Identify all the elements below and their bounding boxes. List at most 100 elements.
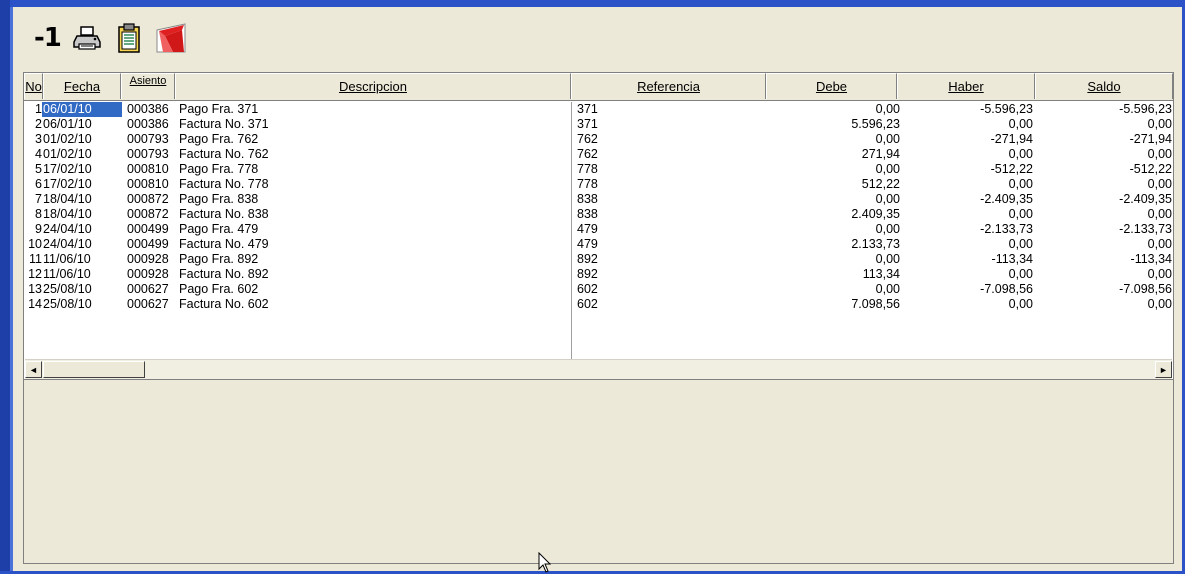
cell-fecha-selected[interactable]: 06/01/10 <box>42 102 122 117</box>
cell-debe: 0,00 <box>875 192 900 206</box>
arrow-right-icon: ► <box>1159 364 1168 375</box>
cell-fecha: 18/04/10 <box>43 207 92 221</box>
cell-asiento: 000793 <box>127 147 169 161</box>
cell-debe: 2.409,35 <box>851 207 900 221</box>
cell-no: 6 <box>35 177 42 191</box>
table-row[interactable]: 8 18/04/10 000872 Factura No. 838 838 2.409,3… <box>24 207 1173 222</box>
table-row[interactable]: 6 17/02/10 000810 Factura No. 778 778 512,22 0… <box>24 177 1173 192</box>
cell-haber: 0,00 <box>1008 207 1033 221</box>
column-header-asiento[interactable]: Asiento <box>121 73 175 99</box>
horizontal-scrollbar[interactable]: ◄ ► <box>25 359 1172 379</box>
cell-debe: 113,34 <box>862 267 900 281</box>
ledger-grid[interactable]: No Fecha Asiento Descripcion Referencia … <box>23 72 1174 380</box>
column-header-fecha[interactable]: Fecha <box>43 73 121 99</box>
table-row[interactable]: 11 11/06/10 000928 Pago Fra. 892 892 0,00 -113… <box>24 252 1173 267</box>
cell-debe: 7.098,56 <box>851 297 900 311</box>
cell-saldo: -271,94 <box>1129 132 1172 146</box>
cell-no: 14 <box>28 297 42 311</box>
cell-haber: -271,94 <box>990 132 1033 146</box>
column-header-no[interactable]: No <box>24 73 43 99</box>
cell-saldo: 0,00 <box>1147 237 1172 251</box>
cell-fecha: 25/08/10 <box>43 297 92 311</box>
cell-descripcion: Factura No. 778 <box>179 177 269 191</box>
cell-no: 13 <box>28 282 42 296</box>
cell-asiento: 000627 <box>127 282 169 296</box>
table-row[interactable]: 3 01/02/10 000793 Pago Fra. 762 762 0,00 -271,… <box>24 132 1173 147</box>
mouse-pointer-icon <box>538 552 552 573</box>
table-row[interactable]: 14 25/08/10 000627 Factura No. 602 602 7.098,… <box>24 297 1173 312</box>
cell-fecha: 01/02/10 <box>43 132 92 146</box>
cell-haber: -5.596,23 <box>980 102 1033 116</box>
cell-no: 4 <box>35 147 42 161</box>
minus-one-button[interactable]: -1 <box>34 23 62 53</box>
scroll-right-button[interactable]: ► <box>1155 361 1172 378</box>
cell-saldo: 0,00 <box>1147 267 1172 281</box>
table-row[interactable]: 2 06/01/10 000386 Factura No. 371 371 5.596,2… <box>24 117 1173 132</box>
print-button[interactable] <box>71 22 103 54</box>
cell-asiento: 000386 <box>127 102 169 116</box>
table-row[interactable]: 5 17/02/10 000810 Pago Fra. 778 778 0,00 -512,… <box>24 162 1173 177</box>
cell-asiento: 000928 <box>127 252 169 266</box>
window-frame-left <box>0 0 10 574</box>
cell-haber: 0,00 <box>1008 267 1033 281</box>
cell-descripcion: Factura No. 892 <box>179 267 269 281</box>
cell-debe: 0,00 <box>875 102 900 116</box>
grid-rows: 1 06/01/10 000386 Pago Fra. 371 371 0,00 -5.59… <box>24 102 1173 312</box>
cell-descripcion: Pago Fra. 371 <box>179 102 259 116</box>
window-frame-left-inner <box>10 7 13 574</box>
cell-no: 11 <box>29 252 42 266</box>
table-row[interactable]: 4 01/02/10 000793 Factura No. 762 762 271,94 0… <box>24 147 1173 162</box>
column-header-haber[interactable]: Haber <box>897 73 1035 99</box>
cell-debe: 0,00 <box>875 132 900 146</box>
table-row[interactable]: 1 06/01/10 000386 Pago Fra. 371 371 0,00 -5.59… <box>24 102 1173 117</box>
cell-saldo: 0,00 <box>1147 297 1172 311</box>
cell-descripcion: Factura No. 479 <box>179 237 269 251</box>
cell-fecha: 18/04/10 <box>43 192 92 206</box>
table-row[interactable]: 13 25/08/10 000627 Pago Fra. 602 602 0,00 -7.0… <box>24 282 1173 297</box>
cell-descripcion: Pago Fra. 762 <box>179 132 259 146</box>
column-header-referencia[interactable]: Referencia <box>571 73 766 99</box>
cell-saldo: 0,00 <box>1147 147 1172 161</box>
cell-asiento: 000386 <box>127 117 169 131</box>
cell-descripcion: Pago Fra. 602 <box>179 282 259 296</box>
clipboard-button[interactable] <box>113 22 145 54</box>
cell-descripcion: Pago Fra. 892 <box>179 252 259 266</box>
cell-saldo: -7.098,56 <box>1119 282 1172 296</box>
cell-asiento: 000810 <box>127 162 169 176</box>
cell-saldo: 0,00 <box>1147 117 1172 131</box>
cell-no: 9 <box>35 222 42 236</box>
empty-panel <box>23 380 1174 564</box>
table-row[interactable]: 9 24/04/10 000499 Pago Fra. 479 479 0,00 -2.13… <box>24 222 1173 237</box>
cell-debe: 2.133,73 <box>851 237 900 251</box>
cell-asiento: 000627 <box>127 297 169 311</box>
cell-debe: 271,94 <box>861 147 900 161</box>
cell-asiento: 000872 <box>127 192 169 206</box>
cell-descripcion: Factura No. 838 <box>179 207 269 221</box>
column-header-saldo[interactable]: Saldo <box>1035 73 1173 99</box>
cell-asiento: 000793 <box>127 132 169 146</box>
scroll-left-button[interactable]: ◄ <box>25 361 42 378</box>
table-row[interactable]: 10 24/04/10 000499 Factura No. 479 479 2.133,… <box>24 237 1173 252</box>
cell-debe: 5.596,23 <box>851 117 900 131</box>
column-header-descripcion[interactable]: Descripcion <box>175 73 571 99</box>
cell-saldo: -113,34 <box>1130 252 1172 266</box>
cell-saldo: -512,22 <box>1129 162 1172 176</box>
scroll-thumb[interactable] <box>43 361 145 378</box>
cell-descripcion: Pago Fra. 838 <box>179 192 259 206</box>
pdf-button[interactable] <box>155 22 187 54</box>
cell-haber: 0,00 <box>1008 147 1033 161</box>
cell-asiento: 000499 <box>127 222 169 236</box>
cell-fecha: 11/06/10 <box>43 267 91 281</box>
cell-haber: 0,00 <box>1008 297 1033 311</box>
arrow-left-icon: ◄ <box>29 364 38 375</box>
cell-saldo: 0,00 <box>1147 177 1172 191</box>
table-row[interactable]: 7 18/04/10 000872 Pago Fra. 838 838 0,00 -2.40… <box>24 192 1173 207</box>
cell-haber: 0,00 <box>1008 237 1033 251</box>
cell-fecha: 01/02/10 <box>43 147 92 161</box>
cell-debe: 0,00 <box>875 222 900 236</box>
window-frame-top <box>0 0 1185 7</box>
column-header-debe[interactable]: Debe <box>766 73 897 99</box>
table-row[interactable]: 12 11/06/10 000928 Factura No. 892 892 113,34… <box>24 267 1173 282</box>
cell-fecha: 25/08/10 <box>43 282 92 296</box>
clipboard-icon <box>118 23 140 53</box>
